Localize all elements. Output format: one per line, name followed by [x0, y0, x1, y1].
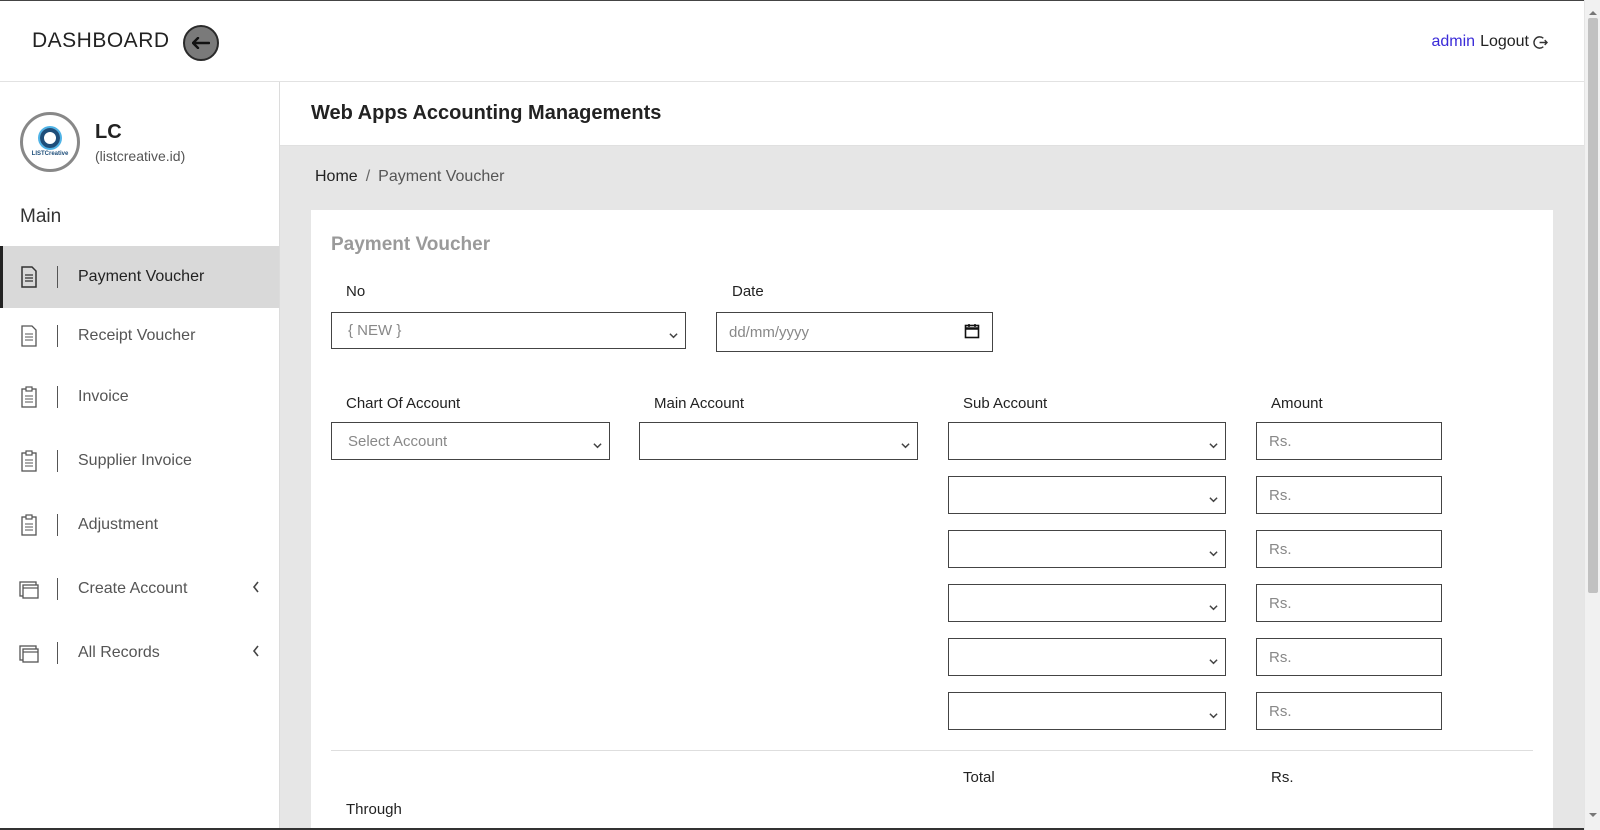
sidebar-item-adjustment[interactable]: Adjustment	[0, 493, 279, 557]
sidebar-item-create-account[interactable]: Create Account	[0, 557, 279, 621]
user-area: admin Logout	[1431, 33, 1548, 51]
sidebar-item-label: All Records	[78, 644, 160, 661]
page-title: Web Apps Accounting Managements	[311, 102, 662, 124]
amount-input-2[interactable]: Rs.	[1256, 476, 1442, 514]
sidebar-nav: Payment Voucher Receipt Voucher Invoice …	[0, 246, 279, 685]
divider	[331, 750, 1533, 751]
chart-of-account-label: Chart Of Account	[346, 395, 461, 412]
sub-account-select-3[interactable]	[948, 530, 1226, 568]
logout-label: Logout	[1480, 33, 1529, 50]
form-title: Payment Voucher	[331, 234, 491, 255]
date-placeholder: dd/mm/yyyy	[729, 323, 810, 341]
logo-icon	[40, 127, 60, 148]
clipboard-icon	[19, 450, 39, 472]
sidebar: LISTCreative LC (listcreative.id) Main P…	[0, 82, 280, 830]
amount-input-3[interactable]: Rs.	[1256, 530, 1442, 568]
breadcrumb-home-link[interactable]: Home	[315, 168, 358, 185]
amount-placeholder: Rs.	[1269, 594, 1292, 612]
profile: LISTCreative LC (listcreative.id)	[20, 112, 185, 172]
chevron-down-icon	[1209, 545, 1218, 557]
breadcrumb-current: Payment Voucher	[378, 168, 505, 185]
sidebar-item-supplier-invoice[interactable]: Supplier Invoice	[0, 429, 279, 493]
page-header: Web Apps Accounting Managements	[280, 82, 1584, 146]
date-input[interactable]: dd/mm/yyyy	[716, 312, 993, 352]
chevron-down-icon	[901, 437, 910, 449]
main-content: Web Apps Accounting Managements Home / Pay…	[280, 82, 1584, 830]
sidebar-item-label: Create Account	[78, 580, 188, 597]
amount-input-5[interactable]: Rs.	[1256, 638, 1442, 676]
amount-label: Amount	[1271, 395, 1323, 412]
avatar: LISTCreative	[20, 112, 80, 172]
sub-account-select-5[interactable]	[948, 638, 1226, 676]
chevron-down-icon	[1209, 437, 1218, 449]
amount-input-4[interactable]: Rs.	[1256, 584, 1442, 622]
top-bar: DASHBOARD admin Logout	[0, 0, 1584, 82]
sidebar-toggle-button[interactable]	[183, 25, 219, 61]
arrow-left-icon	[192, 37, 210, 49]
profile-domain: (listcreative.id)	[95, 147, 186, 164]
chevron-down-icon	[1209, 491, 1218, 503]
chevron-down-icon	[593, 437, 602, 449]
sidebar-item-payment-voucher[interactable]: Payment Voucher	[0, 246, 279, 308]
chevron-down-icon	[1209, 599, 1218, 611]
total-value: Rs.	[1271, 769, 1294, 786]
calendar-icon[interactable]	[964, 323, 980, 339]
sidebar-section-main: Main	[20, 206, 62, 227]
sub-account-select-6[interactable]	[948, 692, 1226, 730]
sidebar-item-label: Adjustment	[78, 516, 159, 533]
logo-text: LISTCreative	[31, 150, 69, 157]
sidebar-item-label: Receipt Voucher	[78, 327, 196, 344]
breadcrumb: Home / Payment Voucher	[315, 168, 504, 186]
sidebar-item-all-records[interactable]: All Records	[0, 621, 279, 685]
chevron-down-icon	[669, 327, 678, 339]
voucher-no-select[interactable]: { NEW }	[331, 312, 686, 349]
chevron-left-icon	[251, 579, 261, 595]
document-icon	[19, 266, 39, 288]
sub-account-select-4[interactable]	[948, 584, 1226, 622]
amount-placeholder: Rs.	[1269, 702, 1292, 720]
clipboard-icon	[19, 385, 39, 408]
chevron-down-icon	[1209, 653, 1218, 665]
vertical-scrollbar[interactable]	[1584, 0, 1600, 830]
profile-name: LC	[95, 120, 122, 143]
amount-input-6[interactable]: Rs.	[1256, 692, 1442, 730]
sidebar-item-invoice[interactable]: Invoice	[0, 364, 279, 429]
total-label: Total	[963, 769, 995, 786]
scrollbar-thumb[interactable]	[1588, 18, 1598, 593]
main-account-label: Main Account	[654, 395, 745, 412]
chart-of-account-select[interactable]: Select Account	[331, 422, 610, 460]
username-link[interactable]: admin	[1431, 33, 1475, 51]
amount-placeholder: Rs.	[1269, 648, 1292, 666]
sub-account-label: Sub Account	[963, 395, 1048, 412]
amount-input-1[interactable]: Rs.	[1256, 422, 1442, 460]
amount-placeholder: Rs.	[1269, 540, 1292, 558]
window-icon	[19, 642, 39, 664]
sub-account-select-1[interactable]	[948, 422, 1226, 460]
window-icon	[19, 578, 39, 600]
chart-of-account-value: Select Account	[348, 432, 448, 450]
dashboard-title[interactable]: DASHBOARD	[32, 29, 170, 53]
sidebar-item-label: Supplier Invoice	[78, 452, 192, 469]
logout-icon	[1533, 35, 1548, 49]
through-label: Through	[346, 801, 402, 818]
chevron-down-icon	[1209, 707, 1218, 719]
sidebar-item-label: Invoice	[78, 387, 129, 405]
scroll-down-icon[interactable]	[1589, 806, 1597, 817]
no-label: No	[346, 283, 366, 300]
voucher-no-value: { NEW }	[348, 322, 402, 339]
scroll-up-icon[interactable]	[1589, 4, 1597, 15]
sidebar-item-label: Payment Voucher	[78, 268, 205, 285]
document-icon	[19, 325, 39, 347]
main-account-select[interactable]	[639, 422, 918, 460]
date-label: Date	[732, 283, 764, 300]
payment-voucher-card: Payment Voucher No { NEW } Date dd/mm/yy…	[311, 210, 1553, 830]
breadcrumb-separator: /	[365, 168, 371, 185]
clipboard-icon	[19, 514, 39, 536]
chevron-left-icon	[251, 643, 261, 659]
sidebar-item-receipt-voucher[interactable]: Receipt Voucher	[0, 308, 279, 364]
amount-placeholder: Rs.	[1269, 486, 1292, 504]
logout-button[interactable]: Logout	[1480, 33, 1548, 51]
sub-account-select-2[interactable]	[948, 476, 1226, 514]
amount-placeholder: Rs.	[1269, 432, 1292, 450]
